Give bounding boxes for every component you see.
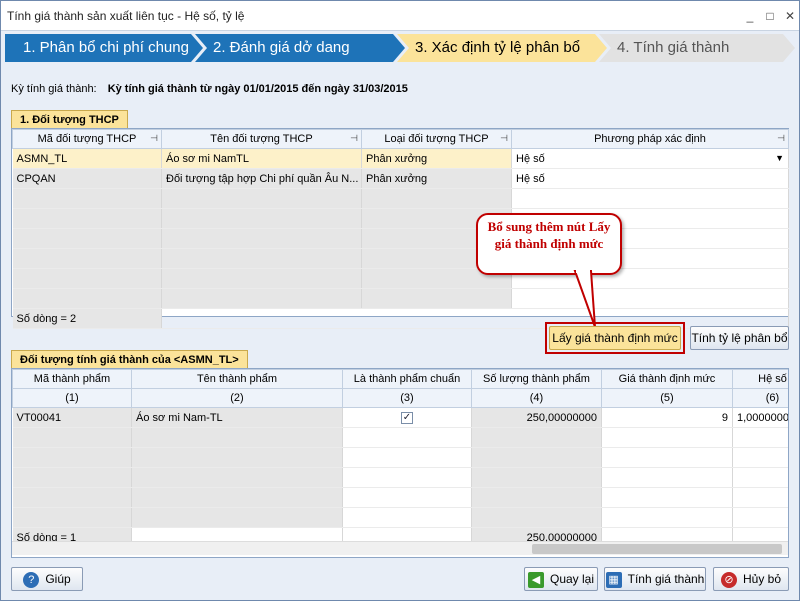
title-bar: Tính giá thành sản xuất liên tục - Hệ số… — [1, 1, 799, 31]
pin-icon[interactable]: ⊣ — [150, 133, 158, 144]
empty-row — [12, 288, 789, 309]
period-row: Kỳ tính giá thành: Kỳ tính giá thành từ … — [11, 83, 408, 95]
col-number: (6) — [732, 388, 788, 408]
period-label: Kỳ tính giá thành: — [11, 83, 97, 95]
empty-row — [12, 228, 789, 249]
col-header-thcp-type[interactable]: Loại đối tượng THCP ⊣ — [361, 129, 512, 149]
table-icon: ▦ — [605, 571, 622, 588]
table-row[interactable]: CPQAN Đối tượng tập hợp Chi phí quần Âu … — [12, 168, 789, 189]
main-window: Tính giá thành sản xuất liên tục - Hệ số… — [0, 0, 800, 601]
cancel-icon: ⊘ — [720, 571, 737, 588]
help-button[interactable]: ? Giúp — [11, 567, 83, 591]
col-header-product-name[interactable]: Tên thành phẩm — [131, 369, 343, 389]
window-title: Tính giá thành sản xuất liên tục - Hệ số… — [7, 9, 245, 23]
table-row[interactable]: ASMN_TL Áo sơ mi NamTL Phân xưởng Hệ số ▼ — [12, 148, 789, 169]
callout-note: Bổ sung thêm nút Lấy giá thành định mức — [476, 213, 622, 275]
col-number: (1) — [12, 388, 132, 408]
empty-row — [12, 248, 789, 269]
cell-type[interactable]: Phân xưởng — [361, 168, 512, 189]
maximize-button[interactable]: □ — [761, 7, 779, 25]
cell-is-standard[interactable]: ✓ — [342, 407, 472, 428]
empty-row — [12, 208, 789, 229]
calc-ratio-button[interactable]: Tính tỷ lệ phân bổ — [690, 326, 789, 350]
cancel-button[interactable]: ⊘ Hủy bỏ — [713, 567, 789, 591]
minimize-button[interactable]: _ — [741, 7, 759, 25]
empty-row — [12, 487, 788, 508]
col-header-method[interactable]: Phương pháp xác định ⊣ — [511, 129, 789, 149]
horizontal-scrollbar[interactable] — [12, 541, 788, 555]
col-header-quantity[interactable]: Số lượng thành phẩm — [471, 369, 602, 389]
product-grid: Mã thành phẩm Tên thành phẩm Là thành ph… — [12, 369, 788, 548]
help-icon: ? — [23, 571, 40, 588]
thcp-grid-panel: Mã đối tượng THCP ⊣ Tên đối tượng THCP ⊣ L… — [11, 128, 789, 329]
cell-code[interactable]: CPQAN — [12, 168, 162, 189]
empty-row — [12, 268, 789, 289]
empty-row — [12, 467, 788, 488]
period-value: Kỳ tính giá thành từ ngày 01/01/2015 đến… — [107, 83, 408, 95]
col-header-coefficient[interactable]: Hệ số — [732, 369, 788, 389]
pin-icon[interactable]: ⊣ — [350, 133, 358, 144]
cell-name[interactable]: Đối tượng tập hợp Chi phí quần Âu N... — [161, 168, 362, 189]
step-2[interactable]: 2. Đánh giá dở dang — [195, 34, 405, 62]
method-combo[interactable]: Hệ số ▼ — [511, 148, 789, 169]
empty-row — [12, 188, 789, 209]
step-4[interactable]: 4. Tính giá thành — [599, 34, 795, 62]
col-number: (5) — [601, 388, 733, 408]
chevron-down-icon[interactable]: ▼ — [775, 153, 784, 163]
empty-row — [12, 507, 788, 528]
scrollbar-thumb[interactable] — [532, 544, 782, 554]
col-number: (2) — [131, 388, 343, 408]
cell-code[interactable]: ASMN_TL — [12, 148, 162, 169]
col-header-thcp-name[interactable]: Tên đối tượng THCP ⊣ — [161, 129, 362, 149]
cell-method[interactable]: Hệ số — [511, 168, 789, 189]
col-number: (3) — [342, 388, 472, 408]
col-header-standard-cost[interactable]: Giá thành định mức — [601, 369, 733, 389]
cell-name[interactable]: Áo sơ mi NamTL — [161, 148, 362, 169]
wizard-steps: 1. Phân bổ chi phí chung 2. Đánh giá dở … — [5, 34, 795, 62]
arrow-left-icon: ◀ — [527, 571, 544, 588]
cell-coefficient[interactable]: 1,00000000 — [732, 407, 788, 428]
thcp-grid: Mã đối tượng THCP ⊣ Tên đối tượng THCP ⊣ L… — [12, 129, 789, 329]
empty-row — [12, 447, 788, 468]
table-row[interactable]: VT00041 Áo sơ mi Nam-TL ✓ 250,00000000 9… — [12, 407, 788, 428]
col-header-is-standard[interactable]: Là thành phẩm chuẩn — [342, 369, 472, 389]
checkbox-checked-icon[interactable]: ✓ — [401, 412, 413, 424]
get-standard-cost-button[interactable]: Lấy giá thành định mức — [549, 326, 681, 350]
cell-standard-cost[interactable]: 9 — [601, 407, 733, 428]
col-header-thcp-code[interactable]: Mã đối tượng THCP ⊣ — [12, 129, 162, 149]
close-button[interactable]: ✕ — [781, 7, 799, 25]
pin-icon[interactable]: ⊣ — [500, 133, 508, 144]
empty-row — [12, 427, 788, 448]
calc-cost-button[interactable]: ▦ Tính giá thành — [604, 567, 706, 591]
section1-tab[interactable]: 1. Đối tượng THCP — [11, 110, 128, 128]
back-button[interactable]: ◀ Quay lại — [524, 567, 598, 591]
product-grid-panel: Mã thành phẩm Tên thành phẩm Là thành ph… — [11, 368, 789, 558]
section2-tab[interactable]: Đối tượng tính giá thành của <ASMN_TL> — [11, 350, 248, 368]
cell-product-name[interactable]: Áo sơ mi Nam-TL — [131, 407, 343, 428]
callout-pointer — [573, 269, 596, 328]
cell-product-code[interactable]: VT00041 — [12, 407, 132, 428]
cell-type[interactable]: Phân xưởng — [361, 148, 512, 169]
row-count: Số dòng = 2 — [12, 308, 162, 329]
step-1[interactable]: 1. Phân bổ chi phí chung — [5, 34, 203, 62]
col-number: (4) — [471, 388, 602, 408]
step-3[interactable]: 3. Xác định tỷ lệ phân bổ — [397, 34, 607, 62]
col-header-product-code[interactable]: Mã thành phẩm — [12, 369, 132, 389]
pin-icon[interactable]: ⊣ — [777, 133, 785, 144]
cell-quantity[interactable]: 250,00000000 — [471, 407, 602, 428]
